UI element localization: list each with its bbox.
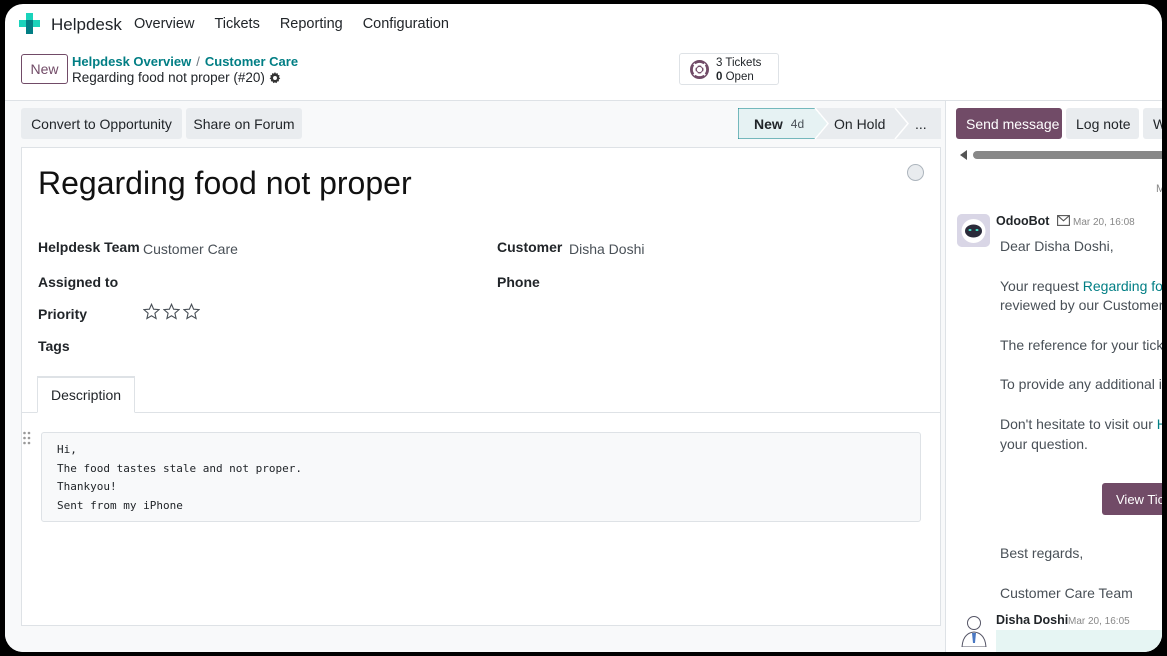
message-request-prefix: Your request (1000, 278, 1083, 294)
tickets-stat-button[interactable]: 3 Tickets 0 Open (679, 53, 779, 85)
menu-configuration[interactable]: Configuration (363, 16, 449, 32)
breadcrumb: Helpdesk Overview / Customer Care (72, 54, 298, 69)
priority-stars (143, 303, 200, 320)
breadcrumb-customer-care[interactable]: Customer Care (205, 54, 298, 69)
assigned-to-label: Assigned to (38, 274, 119, 290)
robot-icon (957, 214, 990, 247)
tabs-divider (22, 412, 940, 413)
kanban-state-icon[interactable] (907, 164, 924, 181)
scroll-left-arrow-icon[interactable] (960, 150, 967, 160)
date-separator: M (1156, 183, 1162, 195)
message-visit-prefix: Don't hesitate to visit our (1000, 416, 1157, 432)
open-label: Open (725, 71, 754, 83)
description-line: Thankyou! (57, 480, 117, 493)
tickets-count: 3 (716, 57, 723, 69)
main-menu: Overview Tickets Reporting Configuration (134, 16, 469, 32)
open-count: 0 (716, 71, 723, 83)
customer-label: Customer (497, 239, 563, 255)
user-avatar[interactable] (959, 613, 989, 647)
message-signature: Customer Care Team (1000, 585, 1133, 601)
description-line: The food tastes stale and not proper. (57, 461, 303, 475)
log-note-button[interactable]: Log note (1066, 108, 1139, 139)
message-request-link[interactable]: Regarding food (1083, 278, 1162, 294)
message-date: Mar 20, 16:08 (1073, 217, 1135, 228)
message-provide: To provide any additional in (1000, 376, 1162, 392)
control-panel: New Helpdesk Overview / Customer Care Rega… (5, 44, 1162, 101)
message-date: Mar 20, 16:05 (1068, 616, 1130, 627)
app-window: Helpdesk Overview Tickets Reporting Conf… (5, 4, 1162, 652)
stage-new-label: New (754, 115, 783, 132)
description-line: Hi, (57, 443, 77, 456)
stage-more[interactable]: ... (915, 108, 927, 139)
record-title-text: Regarding food not proper (#20) (72, 70, 265, 85)
description-line: Sent from my iPhone (57, 498, 183, 512)
whatsapp-button[interactable]: W (1143, 108, 1162, 139)
new-button[interactable]: New (21, 54, 68, 84)
helpdesk-team-field[interactable]: Customer Care (143, 241, 238, 257)
helpdesk-logo-icon[interactable] (19, 13, 40, 34)
odoobot-avatar[interactable] (957, 214, 990, 247)
app-name[interactable]: Helpdesk (51, 15, 122, 35)
envelope-icon (1057, 215, 1070, 226)
view-ticket-button[interactable]: View Tic (1102, 483, 1162, 515)
phone-label: Phone (497, 274, 540, 290)
stage-on-hold[interactable]: On Hold (834, 108, 885, 139)
menu-reporting[interactable]: Reporting (280, 16, 343, 32)
priority-label: Priority (38, 306, 88, 322)
top-navbar: Helpdesk Overview Tickets Reporting Conf… (5, 4, 1162, 44)
horizontal-scrollbar[interactable] (973, 151, 1162, 159)
drag-handle-icon[interactable] (22, 431, 32, 445)
message-question: your question. (1000, 436, 1088, 452)
stage-new[interactable]: New 4d (754, 108, 804, 139)
message-reviewed: reviewed by our Customer C (1000, 297, 1162, 313)
message-visit-line: Don't hesitate to visit our He (1000, 416, 1162, 432)
helpdesk-team-label: Helpdesk Team (38, 239, 140, 255)
tags-label: Tags (38, 338, 70, 354)
message-request-line: Your request Regarding food (1000, 278, 1162, 294)
message-author[interactable]: OdooBot (996, 214, 1049, 228)
star-icon[interactable] (143, 303, 160, 320)
form-sheet: Regarding food not proper Helpdesk Team … (21, 147, 941, 626)
customer-field[interactable]: Disha Doshi (569, 241, 644, 257)
send-message-button[interactable]: Send message (956, 108, 1062, 139)
stage-new-duration: 4d (790, 116, 805, 131)
menu-tickets[interactable]: Tickets (214, 16, 259, 32)
message-bubble (996, 630, 1162, 652)
tab-description[interactable]: Description (37, 376, 135, 413)
open-stat-line: 0 Open (716, 71, 754, 83)
ticket-title[interactable]: Regarding food not proper (38, 165, 412, 202)
chatter-panel: Send message Log note W M OdooBot Mar 20… (945, 101, 1162, 652)
tickets-label: Tickets (725, 57, 762, 69)
star-icon[interactable] (163, 303, 180, 320)
breadcrumb-helpdesk-overview[interactable]: Helpdesk Overview (72, 54, 191, 69)
gear-icon[interactable] (269, 71, 281, 84)
convert-to-opportunity-button[interactable]: Convert to Opportunity (21, 108, 182, 139)
tickets-stat-line: 3 Tickets (716, 57, 761, 69)
breadcrumb-separator: / (196, 54, 200, 69)
message-regards: Best regards, (1000, 545, 1084, 561)
menu-overview[interactable]: Overview (134, 16, 194, 32)
message-visit-link[interactable]: He (1157, 416, 1162, 432)
description-editor[interactable]: Hi, The food tastes stale and not proper… (41, 432, 921, 522)
share-on-forum-button[interactable]: Share on Forum (186, 108, 302, 139)
star-icon[interactable] (183, 303, 200, 320)
message-author[interactable]: Disha Doshi (996, 613, 1068, 627)
message-reference: The reference for your ticket (1000, 337, 1162, 353)
lifebuoy-icon (690, 60, 709, 79)
message-greeting: Dear Disha Doshi, (1000, 238, 1114, 254)
record-title: Regarding food not proper (#20) (72, 70, 281, 85)
